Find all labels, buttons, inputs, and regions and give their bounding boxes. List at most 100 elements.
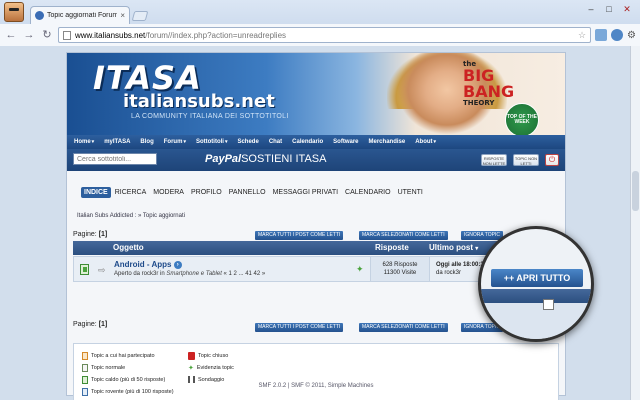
- menu-item-label: About: [415, 139, 433, 145]
- go-to-new-icon[interactable]: ›: [173, 260, 182, 269]
- tab-title: Topic aggiornati Forum ITA: [47, 12, 118, 19]
- legend-locked: Topic chiuso: [188, 352, 228, 360]
- paypal-logo: PayPal: [205, 153, 242, 165]
- donate-banner[interactable]: PayPalSOSTIENI ITASA: [205, 153, 326, 165]
- site-banner: ITASA italiansubs.net LA COMMUNITY ITALI…: [67, 53, 565, 135]
- menu-item-software[interactable]: Software: [328, 139, 363, 145]
- menu-item-label: Chat: [268, 139, 283, 145]
- open-all-button[interactable]: ++ APRI TUTTO: [491, 269, 583, 287]
- menu-item-label: Sottotitoli: [195, 139, 224, 145]
- site-tagline: LA COMMUNITY ITALIANA DEI SOTTOTITOLI: [131, 113, 289, 120]
- mark-all-read-button-bottom[interactable]: MARCA TUTTI I POST COME LETTI: [255, 323, 344, 332]
- legend-participated-label: Topic a cui hai partecipato: [91, 353, 155, 359]
- back-button[interactable]: ←: [4, 28, 18, 42]
- chevron-down-icon: ▾: [433, 139, 437, 145]
- tab-modera[interactable]: MODERA: [150, 187, 187, 198]
- new-tab-button[interactable]: [131, 11, 149, 21]
- topic-status-icon: [80, 264, 89, 275]
- browser-tab[interactable]: Topic aggiornati Forum ITA ×: [30, 6, 130, 24]
- menu-item-label: Merchandise: [368, 139, 406, 145]
- menu-item-schede[interactable]: Schede: [232, 139, 263, 145]
- close-window-button[interactable]: ✕: [618, 2, 636, 16]
- tab-indice[interactable]: INDICE: [81, 187, 111, 198]
- forward-button[interactable]: →: [22, 28, 36, 42]
- menu-item-calendario[interactable]: Calendario: [287, 139, 328, 145]
- search-input[interactable]: [73, 153, 157, 165]
- donate-text: SOSTIENI ITASA: [241, 153, 327, 165]
- site-name: italiansubs.net: [123, 91, 275, 112]
- menu-item-label: Forum: [163, 139, 183, 145]
- show-logo-theory: THEORY: [463, 99, 495, 107]
- minimize-button[interactable]: –: [582, 2, 600, 16]
- topic-title-link[interactable]: Android - Apps ›: [114, 260, 182, 269]
- scrollbar-thumb[interactable]: [632, 171, 639, 211]
- extension-icon[interactable]: [595, 29, 608, 41]
- column-subject[interactable]: Oggetto: [113, 243, 144, 252]
- url-domain: www.italiansubs.net: [75, 30, 146, 40]
- mark-all-read-button[interactable]: MARCA TUTTI I POST COME LETTI: [255, 231, 344, 240]
- tab-calendario[interactable]: CALENDARIO: [342, 187, 394, 198]
- pagination-current[interactable]: [1]: [99, 321, 108, 328]
- sort-arrow-icon: ▾: [475, 246, 479, 252]
- zoom-magnifier: ++ APRI TUTTO: [478, 226, 594, 342]
- tab-pannello[interactable]: PANNELLO: [226, 187, 269, 198]
- pagination-current[interactable]: [1]: [99, 231, 108, 238]
- magnified-row: [481, 303, 591, 339]
- column-replies[interactable]: Risposte: [375, 243, 409, 252]
- browser-toolbar: ← → ↻ www.italiansubs.net/forum//index.p…: [0, 24, 640, 46]
- menu-item-sottotitoli[interactable]: Sottotitoli▾: [191, 139, 233, 145]
- topic-meta: Aperto da rock3r in Smartphone e Tablet …: [114, 271, 265, 277]
- tab-profilo[interactable]: PROFILO: [188, 187, 225, 198]
- extension-globe-icon[interactable]: [611, 29, 624, 41]
- column-last-post[interactable]: Ultimo post ▾: [429, 243, 478, 252]
- tab-utenti[interactable]: UTENTI: [395, 187, 426, 198]
- legend-participated: Topic a cui hai partecipato: [82, 352, 155, 360]
- legend-normal-label: Topic normale: [91, 365, 126, 371]
- menu-item-label: Schede: [237, 139, 259, 145]
- select-all-checkbox[interactable]: [543, 299, 554, 310]
- menu-item-label: myITASA: [104, 139, 131, 145]
- menu-item-label: Home: [74, 139, 91, 145]
- vertical-scrollbar[interactable]: [630, 46, 640, 400]
- menu-item-forum[interactable]: Forum▾: [159, 139, 191, 145]
- participated-topic-icon: [82, 352, 88, 360]
- breadcrumb[interactable]: Italian Subs Addicted : » Topic aggiorna…: [77, 213, 185, 219]
- address-bar[interactable]: www.italiansubs.net/forum//index.php?act…: [58, 27, 592, 43]
- page-footer[interactable]: SMF 2.0.2 | SMF © 2011, Simple Machines: [67, 383, 565, 389]
- url-path: /forum//index.php?action=unreadreplies: [145, 30, 287, 40]
- menu-item-merchandise[interactable]: Merchandise: [364, 139, 411, 145]
- topic-board[interactable]: Smartphone e Tablet: [166, 271, 221, 277]
- main-menu: Home▾ myITASA Blog Forum▾ Sottotitoli▾ Schede…: [67, 135, 565, 149]
- reload-button[interactable]: ↻: [40, 28, 54, 42]
- maximize-button[interactable]: □: [600, 2, 618, 16]
- page-icon: [63, 30, 71, 40]
- unread-topics-button[interactable]: TOPIC NON LETTI: [513, 154, 539, 166]
- unread-replies-button[interactable]: RISPOSTE NON LETTE: [481, 154, 507, 166]
- logout-power-icon[interactable]: ⏻: [545, 154, 559, 166]
- forum-page: ITASA italiansubs.net LA COMMUNITY ITALI…: [66, 52, 566, 400]
- menu-item-myitasa[interactable]: myITASA: [99, 139, 135, 145]
- topic-author: Aperto da rock3r in: [114, 271, 165, 277]
- legend-very-hot-label: Topic rovente (più di 100 risposte): [91, 389, 174, 395]
- menu-item-about[interactable]: About▾: [410, 139, 441, 145]
- ignore-topic-button[interactable]: IGNORA TOPIC: [461, 231, 503, 240]
- top-of-week-badge: TOP OF THE WEEK: [505, 103, 539, 135]
- tab-close-icon[interactable]: ×: [120, 11, 125, 20]
- legend-poll: Sondaggio: [188, 376, 224, 383]
- legend-poll-label: Sondaggio: [198, 376, 225, 383]
- sticky-pin-icon: ✦: [356, 264, 364, 274]
- menu-item-blog[interactable]: Blog: [135, 139, 158, 145]
- mark-selected-read-button[interactable]: MARCA SELEZIONATI COME LETTI: [359, 231, 448, 240]
- url-text[interactable]: www.italiansubs.net/forum//index.php?act…: [75, 31, 574, 40]
- bookmark-star-icon[interactable]: ☆: [578, 30, 586, 41]
- settings-wrench-icon[interactable]: ⚙: [627, 30, 636, 41]
- menu-item-home[interactable]: Home▾: [69, 139, 99, 145]
- user-avatar-icon[interactable]: [4, 2, 24, 22]
- tab-messaggi-privati[interactable]: MESSAGGI PRIVATI: [270, 187, 341, 198]
- topic-pages[interactable]: « 1 2 ... 41 42 »: [224, 271, 266, 277]
- chevron-down-icon: ▾: [183, 139, 186, 145]
- tab-ricerca[interactable]: RICERCA: [112, 187, 150, 198]
- legend-locked-label: Topic chiuso: [198, 353, 229, 359]
- menu-item-chat[interactable]: Chat: [264, 139, 287, 145]
- mark-selected-read-button-bottom[interactable]: MARCA SELEZIONATI COME LETTI: [359, 323, 448, 332]
